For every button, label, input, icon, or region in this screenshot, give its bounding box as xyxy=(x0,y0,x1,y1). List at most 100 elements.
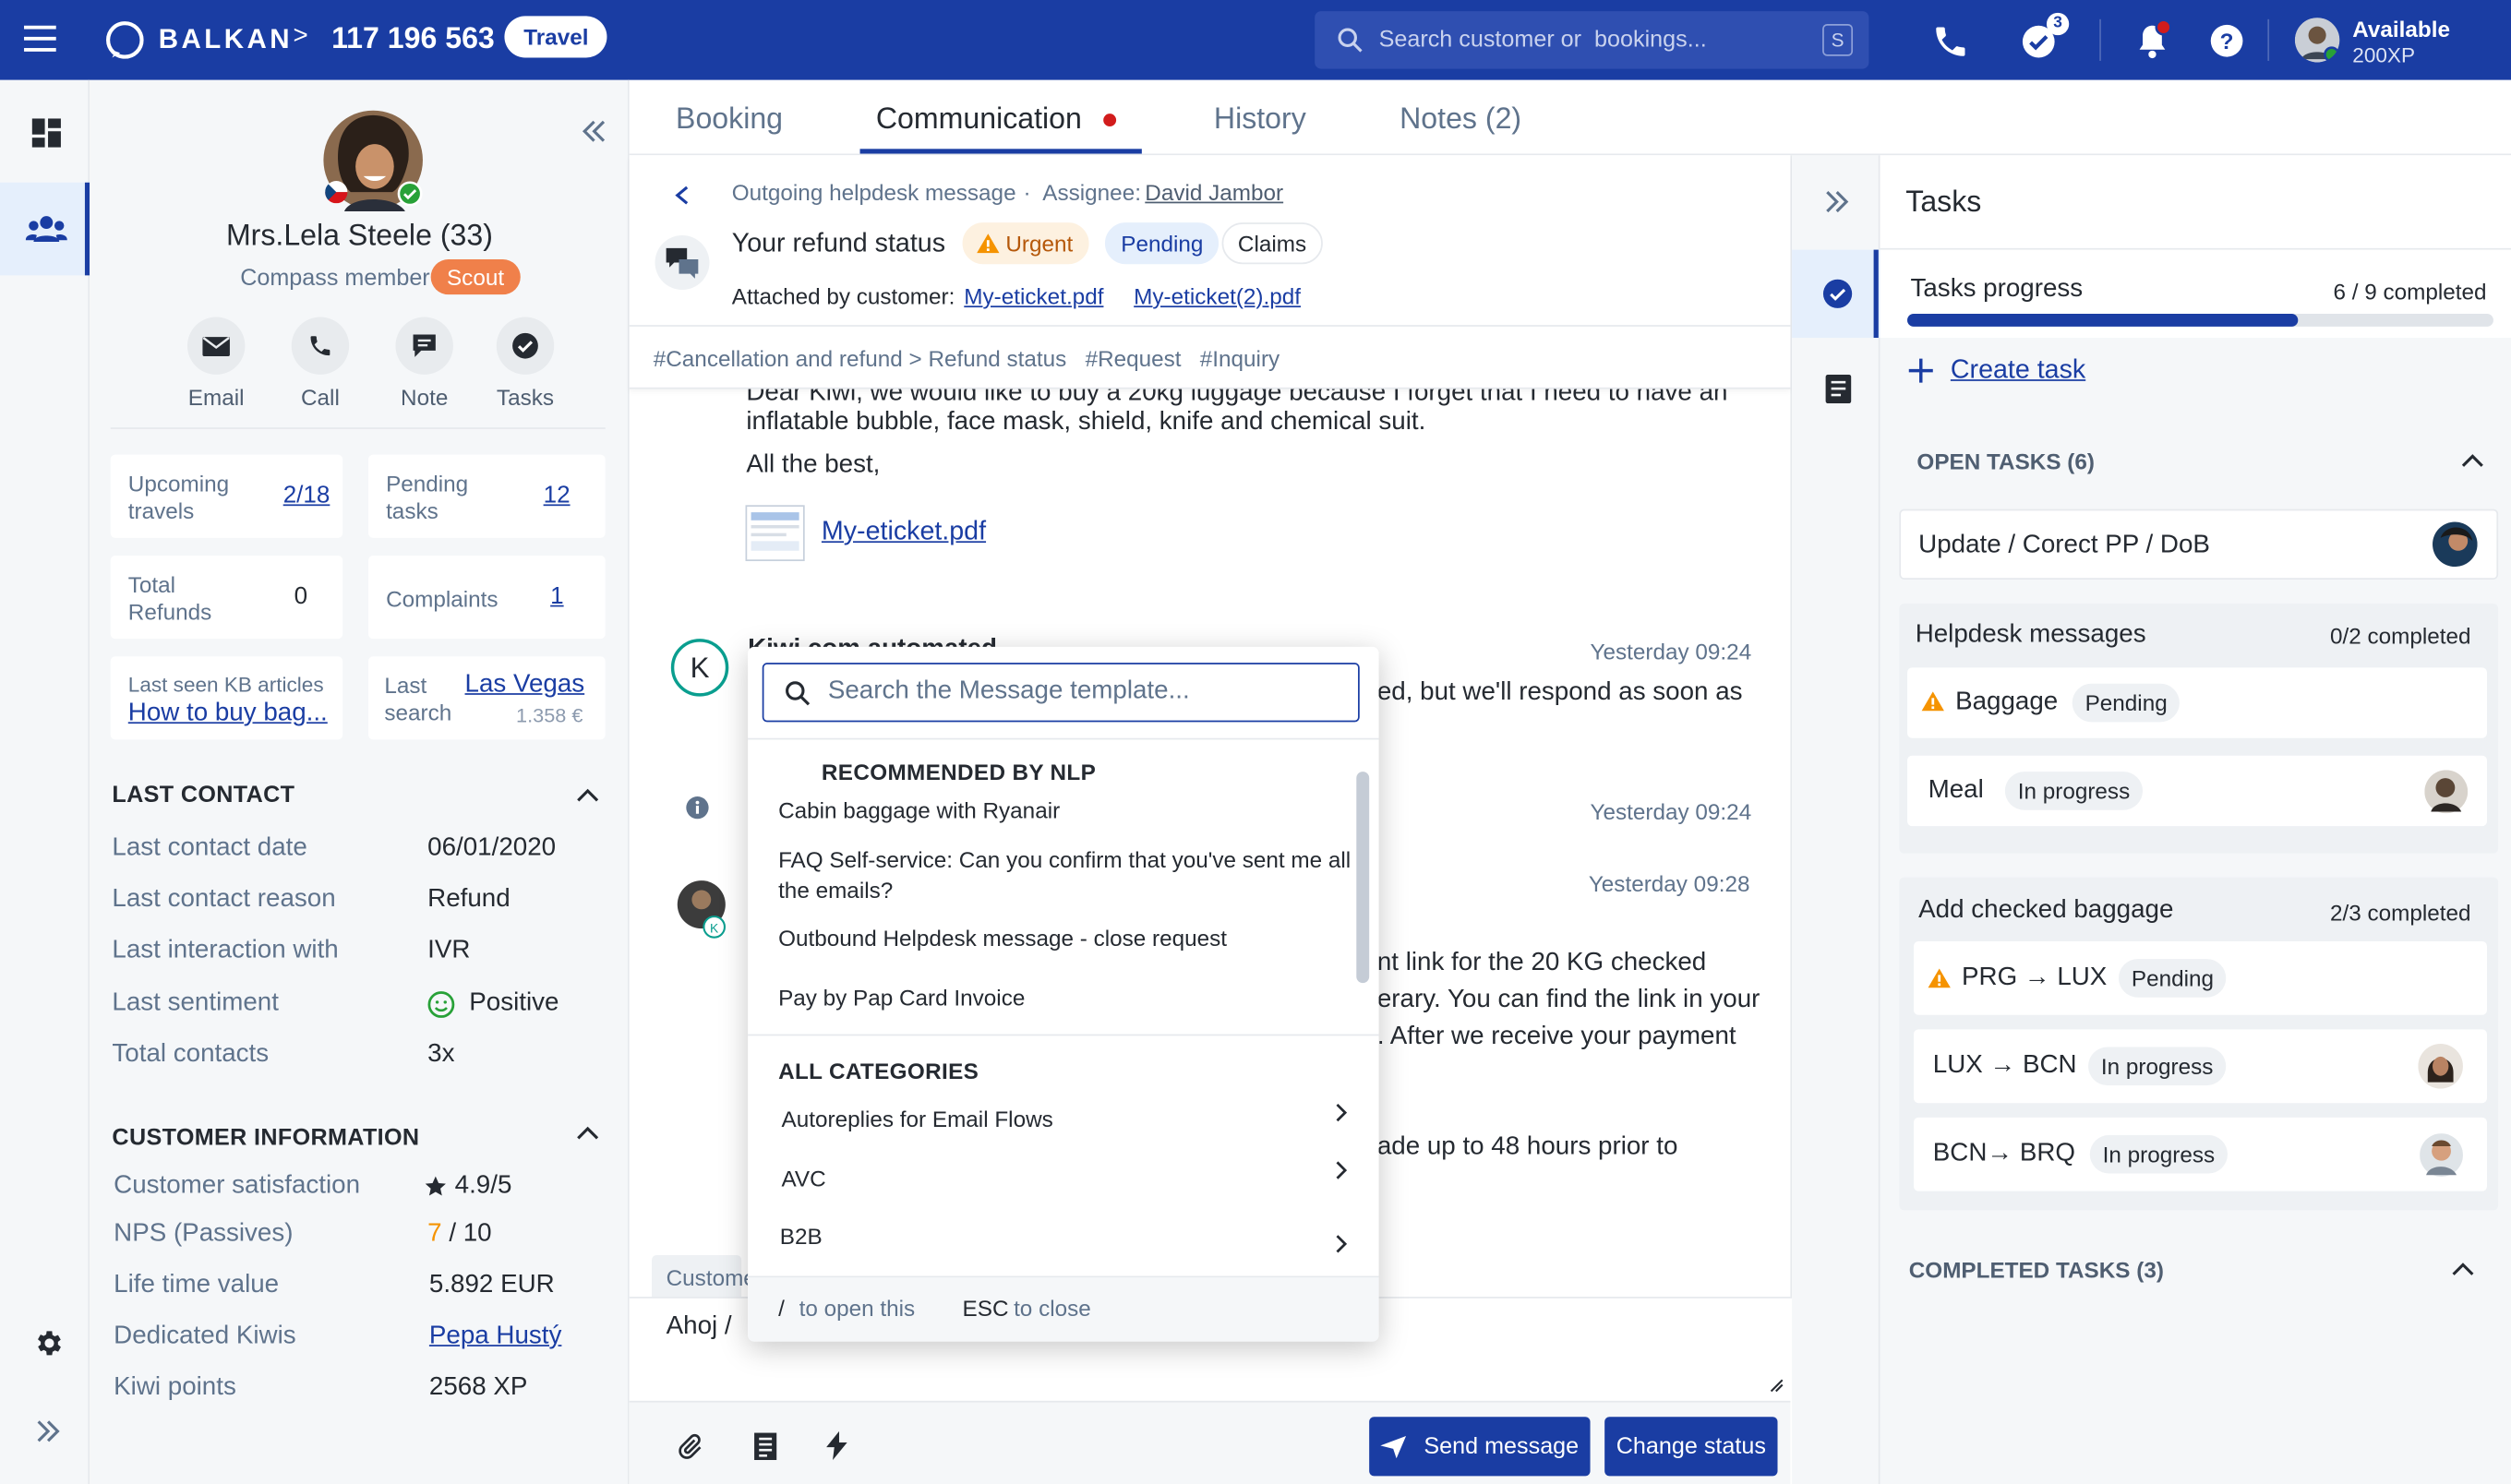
template-option[interactable]: Outbound Helpdesk message - close reques… xyxy=(778,924,1227,954)
composer-tab-customer[interactable]: Customer xyxy=(652,1255,763,1298)
search-icon xyxy=(1338,28,1363,53)
kiwi-logo-icon xyxy=(106,21,144,59)
tasks-progress-label: Tasks progress xyxy=(1910,275,2084,303)
top-bar: BALKAN > 117 196 563 Travel S 3 ? Availa… xyxy=(0,0,2511,80)
tasks-check-icon xyxy=(1822,279,1853,308)
svg-text:?: ? xyxy=(2220,30,2234,54)
send-message-button[interactable]: Send message xyxy=(1369,1417,1591,1477)
tab-history[interactable]: History xyxy=(1214,101,1306,136)
task-card[interactable]: PRG → LUX Pending xyxy=(1913,941,2487,1015)
task-card[interactable]: Update / Corect PP / DoB xyxy=(1899,509,2499,580)
bell-icon[interactable] xyxy=(2133,20,2172,61)
collapse-tasks-icon[interactable] xyxy=(1824,189,1850,215)
note-icon xyxy=(395,317,453,375)
collapse-panel-icon[interactable] xyxy=(582,118,607,144)
urgent-tag: Urgent xyxy=(962,222,1089,265)
warning-icon xyxy=(977,233,1000,254)
right-rail xyxy=(1792,155,1880,1484)
agent-avatar[interactable] xyxy=(2294,18,2340,63)
tab-booking[interactable]: Booking xyxy=(676,101,783,136)
info-icon xyxy=(686,796,709,820)
customer-panel: Mrs.Lela Steele (33) Compass member Scou… xyxy=(90,79,630,1484)
booking-id[interactable]: 117 196 563 xyxy=(331,21,495,56)
task-card[interactable]: Meal In progress xyxy=(1907,755,2487,827)
dashboard-icon[interactable] xyxy=(31,118,65,150)
users-icon xyxy=(25,216,67,242)
chevron-up-icon[interactable] xyxy=(576,787,599,803)
breadcrumb-separator: > xyxy=(293,22,308,50)
quick-action-note[interactable]: Note xyxy=(395,317,453,410)
template-doc-icon[interactable] xyxy=(754,1432,777,1461)
global-search[interactable]: S xyxy=(1315,11,1869,69)
expand-rail-icon[interactable] xyxy=(35,1418,61,1444)
stat-kb-articles[interactable]: Last seen KB articles How to buy bag... xyxy=(110,656,343,740)
phone-icon xyxy=(291,317,350,375)
assignee-avatar xyxy=(2433,521,2478,568)
attachment-link-1[interactable]: My-eticket.pdf xyxy=(964,283,1103,309)
scrollbar-thumb[interactable] xyxy=(1356,772,1370,984)
dedicated-kiwi-link[interactable]: Pepa Hustý xyxy=(429,1322,561,1351)
tasks-progress-value: 6 / 9 completed xyxy=(2333,278,2487,305)
change-status-button[interactable]: Change status xyxy=(1604,1417,1778,1477)
search-input[interactable] xyxy=(1378,11,1796,69)
stat-upcoming-travels[interactable]: Upcoming travels 2/18 xyxy=(110,454,343,538)
stat-last-search[interactable]: Last search Las Vegas 1.358 € xyxy=(367,656,606,740)
template-option[interactable]: FAQ Self-service: Can you confirm that y… xyxy=(778,845,1351,876)
assignee-link[interactable]: David Jambor xyxy=(1145,179,1283,205)
phone-icon[interactable] xyxy=(1931,22,1970,61)
resize-handle-icon[interactable] xyxy=(1770,1379,1784,1394)
template-search-input[interactable] xyxy=(827,664,1340,719)
tier-badge: Scout xyxy=(430,259,521,295)
notes-doc-icon[interactable] xyxy=(1825,374,1852,404)
checked-baggage-group: Add checked baggage 2/3 completed PRG → … xyxy=(1899,877,2499,1211)
task-card[interactable]: BCN→ BRQ In progress xyxy=(1913,1117,2487,1191)
unread-dot xyxy=(1103,114,1117,127)
stat-pending-tasks[interactable]: Pending tasks 12 xyxy=(367,454,606,538)
help-icon[interactable]: ? xyxy=(2210,24,2243,57)
open-tasks-title: OPEN TASKS (6) xyxy=(1916,448,2095,474)
quick-action-call[interactable]: Call xyxy=(291,317,350,410)
lightning-icon[interactable] xyxy=(826,1430,847,1461)
warning-icon xyxy=(1928,968,1951,988)
category-option[interactable]: B2B xyxy=(780,1222,823,1252)
template-option[interactable]: Pay by Pap Card Invoice xyxy=(778,983,1025,1013)
hamburger-menu-icon[interactable] xyxy=(24,22,59,54)
category-option[interactable]: AVC xyxy=(782,1164,826,1194)
customer-info-title: CUSTOMER INFORMATION xyxy=(112,1125,420,1152)
chevron-right-icon xyxy=(1336,1103,1348,1122)
back-chevron-icon[interactable] xyxy=(674,184,690,206)
template-search[interactable] xyxy=(762,663,1360,723)
tab-notes[interactable]: Notes (2) xyxy=(1400,101,1521,136)
attachment-link-2[interactable]: My-eticket(2).pdf xyxy=(1134,283,1301,309)
message-categories: #Cancellation and refund > Refund status… xyxy=(653,345,1280,372)
svg-text:K: K xyxy=(710,920,719,935)
composer-text[interactable]: Ahoj / xyxy=(667,1312,732,1341)
membership-label: Compass member xyxy=(240,265,430,292)
tab-communication[interactable]: Communication xyxy=(876,101,1082,136)
stat-complaints[interactable]: Complaints 1 xyxy=(367,555,606,640)
paperclip-icon[interactable] xyxy=(676,1433,703,1460)
warning-icon xyxy=(1921,691,1944,712)
agent-status[interactable]: Available xyxy=(2352,16,2450,42)
template-option[interactable]: Cabin baggage with Ryanair xyxy=(778,796,1060,826)
agent-xp: 200XP xyxy=(2352,42,2416,67)
assignee-avatar xyxy=(2420,1133,2463,1178)
quick-action-email[interactable]: Email xyxy=(186,317,246,410)
pdf-thumbnail-icon xyxy=(745,505,805,562)
message-header: Outgoing helpdesk message · Assignee: Da… xyxy=(629,155,1791,389)
settings-gear-icon[interactable] xyxy=(32,1327,65,1359)
star-icon xyxy=(425,1176,446,1196)
message-template-dropdown: RECOMMENDED BY NLP Cabin baggage with Ry… xyxy=(748,646,1379,1342)
create-task-link[interactable]: Create task xyxy=(1951,355,2085,386)
task-card[interactable]: LUX → BCN In progress xyxy=(1913,1029,2487,1104)
chevron-up-icon[interactable] xyxy=(2452,1262,2474,1277)
tasks-panel: Tasks Tasks progress 6 / 9 completed Cre… xyxy=(1873,155,2511,1484)
chevron-up-icon[interactable] xyxy=(2461,453,2483,469)
category-option[interactable]: Autoreplies for Email Flows xyxy=(782,1105,1053,1135)
quick-action-tasks[interactable]: Tasks xyxy=(496,317,555,410)
task-card[interactable]: Baggage Pending xyxy=(1907,667,2487,738)
tasks-badge: 3 xyxy=(2046,12,2070,36)
chevron-up-icon[interactable] xyxy=(576,1125,599,1141)
thread-attachment-link[interactable]: My-eticket.pdf xyxy=(822,517,986,547)
brand-logo: BALKAN xyxy=(158,24,294,54)
